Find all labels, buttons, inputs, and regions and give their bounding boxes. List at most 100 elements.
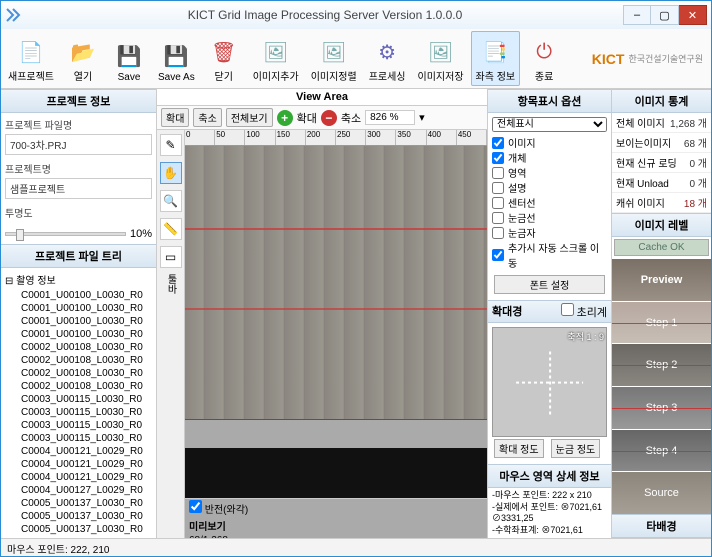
tree-item[interactable]: C0003_U00115_L0030_R0 xyxy=(3,393,154,406)
image-stats-header: 이미지 통계 xyxy=(612,89,711,113)
zoom-in-tab[interactable]: 확대 xyxy=(161,108,189,127)
scale-label: 축적 1 : 9 xyxy=(567,330,604,343)
maximize-button[interactable]: ▢ xyxy=(651,5,679,25)
toolbar-좌측 정보[interactable]: 📑좌측 정보 xyxy=(471,31,521,86)
level-preview[interactable]: Preview xyxy=(612,258,711,301)
zoom-dropdown-icon[interactable]: ▾ xyxy=(419,111,425,124)
titlebar: KICT Grid Image Processing Server Versio… xyxy=(1,1,711,29)
tree-item[interactable]: C0001_U00100_L0030_R0 xyxy=(3,302,154,315)
project-name-label: 프로젝트명 xyxy=(5,159,152,178)
full-view-button[interactable]: 전체보기 xyxy=(226,108,273,127)
minus-icon[interactable]: − xyxy=(321,110,337,126)
minimize-button[interactable]: – xyxy=(623,5,651,25)
tree-item[interactable]: C0005_U00137_L0030_R0 xyxy=(3,523,154,536)
opt-추가시 자동 스크롤 이동[interactable]: 추가시 자동 스크롤 이동 xyxy=(492,240,607,270)
app-icon xyxy=(5,7,21,23)
tree-item[interactable]: C0004_U00121_L0029_R0 xyxy=(3,471,154,484)
toolbar-label: 툴바 xyxy=(163,274,178,294)
project-file-tree[interactable]: ⊟ 촬영 정보 C0001_U00100_L0030_R0C0001_U0010… xyxy=(1,268,156,538)
display-mode-select[interactable]: 전체표시 xyxy=(492,117,607,132)
window-title: KICT Grid Image Processing Server Versio… xyxy=(27,8,623,22)
toolbar-프로세싱[interactable]: ⚙프로세싱 xyxy=(364,31,411,86)
열기-icon: 📂 xyxy=(69,38,97,66)
opacity-label: 투명도 xyxy=(5,203,152,222)
font-settings-button[interactable]: 폰트 설정 xyxy=(494,275,605,294)
opt-설명[interactable]: 설명 xyxy=(492,180,607,195)
zoom-input[interactable] xyxy=(365,110,415,125)
tree-item[interactable]: C0003_U00115_L0030_R0 xyxy=(3,406,154,419)
tree-item[interactable]: C0004_U00121_L0029_R0 xyxy=(3,445,154,458)
view-area-header: View Area xyxy=(157,89,487,106)
tree-item[interactable]: C0003_U00115_L0030_R0 xyxy=(3,419,154,432)
tree-item[interactable]: C0004_U00121_L0029_R0 xyxy=(3,458,154,471)
tree-item[interactable]: C0005_U00137_L0030_R0 xyxy=(3,497,154,510)
toolbar-이미지추가[interactable]: 🖼이미지추가 xyxy=(248,31,304,86)
invert-checkbox[interactable]: 반전(와각) xyxy=(189,500,248,516)
이미지저장-icon: 🖼 xyxy=(427,38,455,66)
tree-item[interactable]: C0002_U00108_L0030_R0 xyxy=(3,367,154,380)
tree-item[interactable]: C0004_U00127_L0029_R0 xyxy=(3,484,154,497)
이미지추가-icon: 🖼 xyxy=(262,38,290,66)
brand-logo: KICT xyxy=(592,51,625,67)
Save-icon: 💾 xyxy=(115,42,143,70)
opt-이미지[interactable]: 이미지 xyxy=(492,135,607,150)
mag-precision-button[interactable]: 확대 정도 xyxy=(494,439,544,458)
hand-tool[interactable]: ✋ xyxy=(160,162,182,184)
level-step-4[interactable]: Step 4 xyxy=(612,429,711,472)
level-step-1[interactable]: Step 1 xyxy=(612,301,711,344)
level-source[interactable]: Source xyxy=(612,471,711,514)
opt-센터선[interactable]: 센터선 xyxy=(492,195,607,210)
tree-item[interactable]: C0005_U00137_L0030_R0 xyxy=(3,510,154,523)
plus-icon[interactable]: + xyxy=(277,110,293,126)
project-filename-value: 700-3차.PRJ xyxy=(5,134,152,155)
preview-strip-label: 미리보기 xyxy=(189,518,226,533)
brand-sub: 한국건설기술연구원 xyxy=(628,52,703,65)
toolbar-새프로젝트[interactable]: 📄새프로젝트 xyxy=(3,31,59,86)
mouse-position: 마우스 포인트: 222, 210 xyxy=(7,545,109,556)
stat-row: 현재 Unload0 개 xyxy=(612,173,711,193)
opt-눈금자[interactable]: 눈금자 xyxy=(492,225,607,240)
toolbar-이미지정렬[interactable]: 🖼이미지정렬 xyxy=(306,31,362,86)
tree-item[interactable]: C0002_U00108_L0030_R0 xyxy=(3,380,154,393)
toolbar-닫기[interactable]: 🗑닫기 xyxy=(202,31,246,86)
horizontal-ruler: 050100150200250300350400450 xyxy=(185,130,487,146)
project-tree-header: 프로젝트 파일 트리 xyxy=(1,244,156,268)
close-button[interactable]: ✕ xyxy=(679,5,707,25)
opacity-slider[interactable]: 10% xyxy=(1,224,156,244)
좌측 정보-icon: 📑 xyxy=(481,38,509,66)
tree-item[interactable]: C0001_U00100_L0030_R0 xyxy=(3,289,154,302)
pen-tool[interactable]: ✎ xyxy=(160,134,182,156)
toolbar-열기[interactable]: 📂열기 xyxy=(61,31,105,86)
stat-row: 캐쉬 이미지18 개 xyxy=(612,193,711,213)
background-header: 타배경 xyxy=(612,514,711,538)
image-canvas[interactable]: 050100150200250300350400450 반전(와각) 미리보기 xyxy=(185,130,487,538)
zoom-out-tab[interactable]: 축소 xyxy=(193,108,221,127)
tree-item[interactable]: C0003_U00115_L0030_R0 xyxy=(3,432,154,445)
level-step-2[interactable]: Step 2 xyxy=(612,343,711,386)
toolbar-종료[interactable]: ⏻종료 xyxy=(522,31,566,86)
ruler-checkbox[interactable]: 초리계 xyxy=(561,303,607,320)
project-filename-label: 프로젝트 파일명 xyxy=(5,115,152,134)
tree-item[interactable]: C0001_U00100_L0030_R0 xyxy=(3,328,154,341)
opt-영역[interactable]: 영역 xyxy=(492,165,607,180)
opt-눈금선[interactable]: 눈금선 xyxy=(492,210,607,225)
프로세싱-icon: ⚙ xyxy=(373,38,401,66)
mouse-detail-header: 마우스 영역 상세 정보 xyxy=(488,464,611,488)
grid-precision-button[interactable]: 눈금 정도 xyxy=(551,439,601,458)
display-options-header: 항목표시 옵션 xyxy=(488,89,611,113)
main-toolbar: 📄새프로젝트📂열기💾Save💾Save As🗑닫기🖼이미지추가🖼이미지정렬⚙프로… xyxy=(1,29,711,89)
tree-item[interactable]: C0002_U00108_L0030_R0 xyxy=(3,341,154,354)
zoom-tool[interactable]: 🔍 xyxy=(160,190,182,212)
level-step-3[interactable]: Step 3 xyxy=(612,386,711,429)
tree-item[interactable]: C0001_U00100_L0030_R0 xyxy=(3,315,154,328)
toolbar-Save As[interactable]: 💾Save As xyxy=(153,31,200,86)
measure-tool[interactable]: 📏 xyxy=(160,218,182,240)
rect-tool[interactable]: ▭ xyxy=(160,246,182,268)
새프로젝트-icon: 📄 xyxy=(17,38,45,66)
opt-개체[interactable]: 개체 xyxy=(492,150,607,165)
tree-item[interactable]: C0002_U00108_L0030_R0 xyxy=(3,354,154,367)
toolbar-이미지저장[interactable]: 🖼이미지저장 xyxy=(413,31,469,86)
닫기-icon: 🗑 xyxy=(210,38,238,66)
이미지정렬-icon: 🖼 xyxy=(320,38,348,66)
toolbar-Save[interactable]: 💾Save xyxy=(107,31,151,86)
